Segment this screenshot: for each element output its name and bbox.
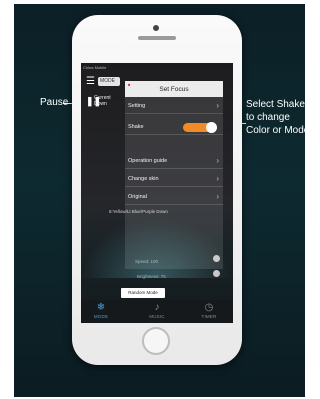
shake-callout-line-3: Color or Mode [246, 125, 310, 136]
set-focus-panel: ■ Set Focus Setting › Shake Operation gu… [125, 81, 223, 269]
original-item[interactable]: Original › [125, 189, 223, 205]
earpiece-speaker [138, 36, 176, 40]
music-note-icon: ♪ [154, 302, 160, 313]
front-camera [153, 25, 159, 31]
carrier-label: China Mobile [83, 65, 107, 70]
shake-item-label: Shake [128, 124, 144, 130]
panel-title: Set Focus [159, 86, 189, 93]
tab-timer[interactable]: ◷ TIMER [189, 302, 229, 319]
mode-button[interactable]: MODE [98, 77, 120, 86]
menu-icon[interactable]: ☰ [86, 77, 95, 87]
tab-timer-label: TIMER [201, 314, 217, 319]
panel-header: ■ Set Focus [125, 81, 223, 97]
change-skin-item[interactable]: Change skin › [125, 171, 223, 187]
chevron-right-icon: › [216, 192, 219, 201]
setting-item[interactable]: Setting › [125, 98, 223, 114]
tab-bar: ❄ MODE ♪ MUSIC ◷ TIMER [81, 300, 233, 323]
shake-callout: Select Shake to change Color or Mode [246, 98, 309, 137]
panel-status-icon: ■ [128, 82, 131, 87]
setting-item-label: Setting [128, 103, 146, 109]
random-mode-button[interactable]: Random Mode [121, 288, 165, 298]
tab-mode-label: MODE [93, 314, 109, 319]
brightness-label: Brightness: 75 [137, 274, 166, 279]
shake-callout-line-2: to change [246, 112, 290, 123]
snowflake-icon: ❄ [96, 302, 106, 313]
home-button[interactable] [142, 327, 170, 355]
tab-music-label: MUSIC [149, 314, 165, 319]
chevron-right-icon: › [216, 156, 219, 165]
operation-guide-label: Operation guide [128, 158, 168, 164]
change-skin-label: Change skin [128, 176, 159, 182]
phone: China Mobile ☰ MODE ❚❚ Current Down 8:Ye… [72, 15, 242, 365]
current-mode-label: Current Down [94, 95, 124, 107]
original-label: Original [128, 194, 147, 200]
brightness-slider-knob[interactable] [213, 270, 220, 277]
shake-callout-line-1: Select Shake [246, 99, 305, 110]
current-label-line-2: Down [94, 101, 107, 107]
operation-guide-item[interactable]: Operation guide › [125, 153, 223, 169]
chevron-right-icon: › [216, 174, 219, 183]
clock-icon: ◷ [204, 302, 214, 313]
shake-item[interactable]: Shake [125, 119, 223, 135]
app-screen: China Mobile ☰ MODE ❚❚ Current Down 8:Ye… [81, 63, 233, 323]
chevron-right-icon: › [216, 101, 219, 110]
tab-mode[interactable]: ❄ MODE [81, 302, 121, 319]
tab-music[interactable]: ♪ MUSIC [137, 302, 177, 319]
toggle-knob [206, 122, 217, 133]
shake-toggle[interactable] [183, 122, 217, 133]
status-bar: China Mobile [81, 63, 233, 72]
